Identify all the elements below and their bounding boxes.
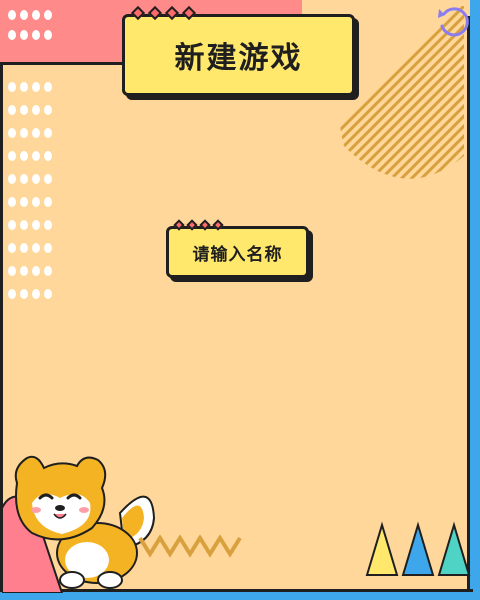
decor-dot	[20, 10, 28, 20]
decor-dot	[44, 105, 52, 115]
decor-dot	[32, 30, 40, 40]
decor-dot	[44, 197, 52, 207]
decor-dot	[20, 82, 28, 92]
new-game-screen: 新建游戏 请输入名称	[0, 0, 480, 600]
dot-pattern-left	[8, 82, 58, 312]
decor-dot	[8, 243, 16, 253]
decor-dot	[8, 220, 16, 230]
zigzag-decor	[138, 534, 242, 558]
decor-dot	[20, 151, 28, 161]
decor-dot	[8, 128, 16, 138]
triangle-decor	[365, 521, 471, 576]
title-banner: 新建游戏	[122, 5, 355, 96]
name-input-prompt: 请输入名称	[192, 244, 283, 265]
decor-dot	[8, 30, 16, 40]
decor-dot	[20, 30, 28, 40]
decor-dot	[32, 197, 40, 207]
decor-dot	[32, 82, 40, 92]
decor-dot	[20, 105, 28, 115]
decor-dot	[44, 243, 52, 253]
decor-dot	[20, 220, 28, 230]
decor-dot	[8, 197, 16, 207]
decor-dot	[8, 174, 16, 184]
decor-dot	[8, 151, 16, 161]
decor-dot	[20, 197, 28, 207]
decor-dot	[44, 128, 52, 138]
decor-dot	[32, 266, 40, 276]
decor-dot	[32, 10, 40, 20]
decor-dot	[32, 105, 40, 115]
decor-dot	[20, 243, 28, 253]
decor-dot	[8, 82, 16, 92]
decor-dot	[44, 10, 52, 20]
title-decor-diamonds	[130, 5, 197, 21]
decor-dot	[44, 30, 52, 40]
decor-dot	[32, 243, 40, 253]
decor-dot	[44, 220, 52, 230]
decor-dot	[20, 174, 28, 184]
shiba-dog-icon	[2, 455, 156, 593]
decor-dot	[44, 82, 52, 92]
decor-dot	[8, 289, 16, 299]
decor-dot	[44, 266, 52, 276]
decor-dot	[44, 151, 52, 161]
decor-dot	[20, 289, 28, 299]
dot-pattern-top	[8, 10, 58, 48]
name-decor-diamonds	[173, 219, 224, 231]
decor-dot	[32, 128, 40, 138]
blue-frame-bottom	[0, 592, 480, 600]
refresh-icon[interactable]	[436, 4, 472, 40]
page-title: 新建游戏	[174, 41, 303, 76]
frame-outline-right	[467, 16, 470, 592]
decor-dot	[32, 220, 40, 230]
decor-dot	[44, 174, 52, 184]
decor-dot	[20, 128, 28, 138]
decor-dot	[8, 105, 16, 115]
decor-dot	[32, 174, 40, 184]
name-input-button[interactable]: 请输入名称	[166, 219, 309, 278]
decor-dot	[44, 289, 52, 299]
decor-dot	[20, 266, 28, 276]
decor-dot	[32, 151, 40, 161]
blue-frame-right	[470, 0, 480, 600]
decor-dot	[32, 289, 40, 299]
decor-dot	[8, 266, 16, 276]
decor-dot	[8, 10, 16, 20]
